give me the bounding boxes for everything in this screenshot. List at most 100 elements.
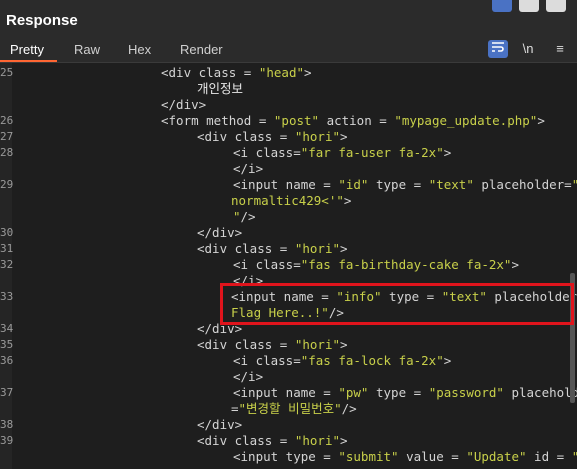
line-number: 34 xyxy=(0,322,14,335)
code-token: </div> xyxy=(197,225,243,240)
split-vertical-icon[interactable] xyxy=(519,0,539,12)
panel-title: Response xyxy=(6,12,78,29)
code-token: <input type = xyxy=(233,449,339,464)
line-number: 33 xyxy=(0,290,14,303)
code-line: <input name = "pw" type = "password" pla… xyxy=(233,385,577,401)
code-token: > xyxy=(340,241,348,256)
string-token: "hori" xyxy=(294,433,340,448)
code-editor[interactable]: <div class = "head"> 개인정보 </div> <form meth… xyxy=(0,63,577,469)
string-token: "far fa-user fa-2x" xyxy=(300,145,444,160)
code-line: <div class = "hori"> xyxy=(197,241,348,257)
wrap-icon-glyph xyxy=(492,42,504,52)
code-token: > xyxy=(343,193,352,208)
string-token: "submit" xyxy=(338,449,399,464)
line-number: 39 xyxy=(0,434,14,447)
line-number: 29 xyxy=(0,178,14,191)
tab-render[interactable]: Render xyxy=(180,42,223,57)
code-line: </i> xyxy=(233,161,263,177)
code-token: placeholder xyxy=(511,385,577,400)
code-line: <div class = "hori"> xyxy=(197,337,348,353)
code-token: </i> xyxy=(233,161,264,176)
code-line: <i class="far fa-user fa-2x"> xyxy=(233,145,451,161)
code-token: > xyxy=(511,257,519,272)
code-token: <i class= xyxy=(233,257,301,272)
string-token: "id" xyxy=(338,177,369,192)
string-token: "password" xyxy=(428,385,504,400)
code-token: <div class = xyxy=(197,241,295,256)
code-token: <form method = xyxy=(161,113,274,128)
code-token: value = xyxy=(398,449,467,464)
code-line: ="변경할 비밀번호"/> xyxy=(231,401,357,417)
code-token: > xyxy=(340,129,348,144)
line-number: 25 xyxy=(0,66,14,79)
code-token: action = xyxy=(319,113,395,128)
line-number: 37 xyxy=(0,386,14,399)
tab-raw[interactable]: Raw xyxy=(74,42,100,57)
code-token: <div class = xyxy=(197,337,295,352)
line-number: 30 xyxy=(0,226,14,239)
code-line: <div class = "head"> xyxy=(161,65,312,81)
code-line: </div> xyxy=(197,225,242,241)
code-token: <input name = xyxy=(233,385,339,400)
code-token: > xyxy=(340,433,348,448)
string-token: "mypage_update.php" xyxy=(394,113,538,128)
code-line: "/> xyxy=(233,209,256,225)
code-token: </div> xyxy=(161,97,207,112)
string-token: "head" xyxy=(258,65,304,80)
string-token: normaltic429<'" xyxy=(231,193,344,208)
line-number: 28 xyxy=(0,146,14,159)
code-token: = xyxy=(231,401,239,416)
code-line: <div class = "hori"> xyxy=(197,129,348,145)
string-token: "hori" xyxy=(294,337,340,352)
code-line: </div> xyxy=(197,417,242,433)
string-token: "pw" xyxy=(338,385,369,400)
code-token: <i class= xyxy=(233,145,301,160)
code-token: /> xyxy=(341,401,357,416)
code-token: placeholder= xyxy=(473,177,572,192)
hamburger-menu-icon[interactable]: ≡ xyxy=(550,40,570,58)
code-line: <input name = "id" type = "text" placeho… xyxy=(233,177,577,193)
line-number: 35 xyxy=(0,338,14,351)
code-token: <input name = xyxy=(233,177,339,192)
panel-header: Response xyxy=(0,0,577,38)
code-line: 개인정보 xyxy=(197,81,243,97)
code-token: 개인정보 xyxy=(197,81,244,96)
tab-pretty[interactable]: Pretty xyxy=(10,42,44,57)
line-number: 27 xyxy=(0,130,14,143)
string-token: "post" xyxy=(273,113,320,128)
code-token: > xyxy=(340,337,348,352)
string-token: " xyxy=(572,449,577,464)
code-token: </i> xyxy=(233,369,264,384)
string-token: "fas fa-lock fa-2x" xyxy=(300,353,444,368)
code-line: normaltic429<'"> xyxy=(231,193,351,209)
string-token: "Update" xyxy=(466,449,527,464)
code-line: <div class = "hori"> xyxy=(197,433,348,449)
string-token: "hori" xyxy=(294,129,340,144)
wrap-icon[interactable] xyxy=(488,40,508,58)
newline-toggle[interactable]: \n xyxy=(518,40,538,58)
single-pane-icon[interactable] xyxy=(546,0,566,12)
code-token: type = xyxy=(368,385,429,400)
code-line: </i> xyxy=(233,369,263,385)
string-token: "변경할 비밀번호" xyxy=(238,401,342,416)
line-number: 32 xyxy=(0,258,14,271)
string-token: "text" xyxy=(428,177,474,192)
code-token: type = xyxy=(368,177,429,192)
active-tab-indicator xyxy=(0,60,57,62)
string-token: "fas fa-birthday-cake fa-2x" xyxy=(300,257,512,272)
code-line: <i class="fas fa-birthday-cake fa-2x"> xyxy=(233,257,519,273)
code-token: </div> xyxy=(197,417,243,432)
line-number: 26 xyxy=(0,114,14,127)
code-token: <div class = xyxy=(197,129,295,144)
string-token: " xyxy=(233,209,241,224)
string-token: "hori" xyxy=(294,241,340,256)
code-token: > xyxy=(304,65,312,80)
line-number: 36 xyxy=(0,354,14,367)
code-token: <i class= xyxy=(233,353,301,368)
code-line: <i class="fas fa-lock fa-2x"> xyxy=(233,353,451,369)
line-number: 38 xyxy=(0,418,14,431)
code-token: > xyxy=(443,353,452,368)
tab-hex[interactable]: Hex xyxy=(128,42,151,57)
code-line: </div> xyxy=(161,97,206,113)
split-horizontal-icon[interactable] xyxy=(492,0,512,12)
